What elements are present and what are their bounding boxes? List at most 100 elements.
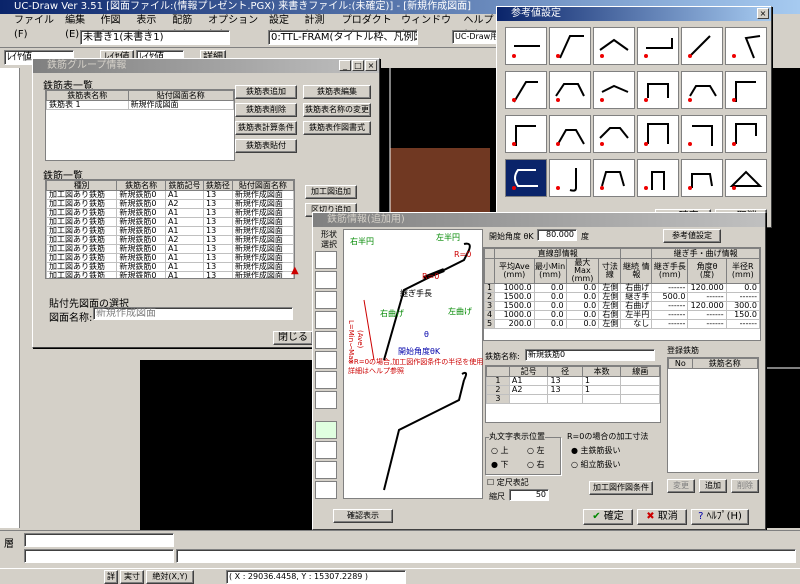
radio-left[interactable]: ○ 左 (527, 445, 545, 456)
confirm-display-button[interactable]: 確認表示 (333, 509, 393, 523)
table-row[interactable]: 加工図あり鉄筋 新規鉄筋0 A1 13 新規作成図面 (46, 271, 294, 278)
menu-settings[interactable]: 設定(S) (269, 14, 296, 40)
rebar-shape-option[interactable] (725, 115, 767, 153)
radio-bottom[interactable]: ● 下 (491, 459, 509, 470)
rebar-shape-option[interactable] (505, 71, 547, 109)
table-row[interactable]: 2 A2 13 1 (486, 385, 660, 395)
shape-tool-9[interactable] (315, 421, 337, 439)
arrow-up-icon[interactable]: ▲ (291, 265, 299, 276)
rebar-shape-option[interactable] (549, 115, 591, 153)
shape-tool-2[interactable] (315, 271, 337, 289)
radio-assembly-rebar[interactable]: ○ 組立筋扱い (571, 459, 621, 470)
rebar-shape-option[interactable] (681, 27, 723, 65)
menu-view[interactable]: 表示(V) (136, 14, 164, 40)
shape-tool-3[interactable] (315, 291, 337, 309)
rebar-shape-option[interactable] (593, 159, 635, 197)
help-button[interactable]: ? ﾍﾙﾌﾟ(H) (691, 509, 749, 525)
layer-combo[interactable]: 未書き1(未書き1) (80, 30, 230, 45)
rebar-shape-option[interactable] (549, 71, 591, 109)
shape-tool-5[interactable] (315, 331, 337, 349)
shape-tool-10[interactable] (315, 441, 337, 459)
rebar-shape-option[interactable] (505, 27, 547, 65)
menu-window[interactable]: ウィンドウ(W) (401, 14, 455, 40)
cancel-button[interactable]: ✖ 取消 (637, 509, 687, 525)
format-table-button[interactable]: 鉄筋表作図書式 (303, 121, 371, 135)
minimize-icon[interactable]: _ (339, 60, 351, 71)
delete-button[interactable]: 削除 (731, 479, 759, 493)
menu-help[interactable]: ヘルプ(H) (464, 14, 500, 40)
start-angle-field[interactable]: 80.000 (537, 229, 577, 241)
shape-tool-6[interactable] (315, 351, 337, 369)
canvas-lower-left[interactable] (140, 360, 330, 530)
shape-tool-4[interactable] (315, 311, 337, 329)
rebar-sub-grid[interactable]: 記号 径 本数 線画 1 A1 13 1 2 A2 13 1 3 (485, 365, 661, 423)
change-button[interactable]: 変更 (667, 479, 695, 493)
menu-file[interactable]: ファイル(F) (14, 14, 57, 40)
rename-table-button[interactable]: 鉄筋表名称の変更 (303, 103, 371, 117)
table-row[interactable]: 鉄筋表 1 新規作成図面 (46, 100, 234, 110)
close-icon[interactable]: × (365, 60, 377, 71)
table-row[interactable]: 5 200.0 0.0 0.0 左側 なし ------ ------ ------ (484, 319, 760, 329)
command-input-1[interactable] (24, 533, 174, 547)
rebar-shape-option[interactable] (593, 115, 635, 153)
style-combo[interactable]: UC-Draw用語 (452, 30, 498, 44)
add-process-drawing-button[interactable]: 加工図追加 (305, 185, 357, 199)
rebar-shape-option[interactable] (593, 27, 635, 65)
menu-rebar[interactable]: 配筋(B) (172, 14, 200, 40)
rebar-shape-option[interactable] (637, 159, 679, 197)
status-abs-button[interactable]: 絶対(X,Y) (146, 570, 194, 584)
fixed-length-checkbox[interactable]: ☐ 定尺表記 (487, 477, 529, 488)
paste-table-button[interactable]: 鉄筋表貼付 (235, 139, 297, 153)
rebar-table-list[interactable]: 鉄筋表名称 貼付図面名称 鉄筋表 1 新規作成図面 (45, 89, 235, 161)
add-button[interactable]: 追加 (699, 479, 727, 493)
menu-draw[interactable]: 作図(A) (101, 14, 129, 40)
status-detail-button[interactable]: 詳 (104, 570, 118, 584)
shape-tool-8[interactable] (315, 391, 337, 409)
menu-product[interactable]: プロダクト(P) (342, 14, 393, 40)
left-tree-panel[interactable] (0, 68, 20, 528)
rebar-shape-option[interactable] (725, 71, 767, 109)
rebar-shape-option[interactable] (681, 71, 723, 109)
process-condition-button[interactable]: 加工図作図条件 (589, 481, 653, 495)
menu-measure[interactable]: 計測(M) (304, 14, 333, 40)
rebar-shape-option[interactable] (725, 159, 767, 197)
status-actual-button[interactable]: 実寸 (120, 570, 144, 584)
rebar-shape-option[interactable] (637, 115, 679, 153)
shape-tool-1[interactable] (315, 251, 337, 269)
rebar-shape-option[interactable] (681, 159, 723, 197)
calc-condition-button[interactable]: 鉄筋表計算条件 (235, 121, 297, 135)
add-table-button[interactable]: 鉄筋表追加 (235, 85, 297, 99)
close-icon[interactable]: × (757, 8, 769, 19)
rebar-shape-option[interactable] (725, 27, 767, 65)
scale-field[interactable]: 50 (509, 489, 549, 501)
ok-button[interactable]: ✔ 確定 (583, 509, 633, 525)
shape-tool-7[interactable] (315, 371, 337, 389)
drawing-name-combo[interactable]: 新規作成図面 (93, 307, 293, 320)
radio-right[interactable]: ○ 右 (527, 459, 545, 470)
menu-option[interactable]: オプション(O) (208, 14, 261, 40)
maximize-icon[interactable]: □ (352, 60, 364, 71)
rebar-shape-option[interactable] (549, 27, 591, 65)
rebar-shape-option[interactable] (505, 159, 547, 197)
rebar-shape-option[interactable] (549, 159, 591, 197)
delete-table-button[interactable]: 鉄筋表削除 (235, 103, 297, 117)
radio-main-rebar[interactable]: ● 主鉄筋扱い (571, 445, 621, 456)
segment-grid[interactable]: 直線部情報 継ぎ手・曲げ情報 平均Ave (mm) 最小Min (mm) 最大Ma… (483, 247, 761, 341)
rebar-name-field[interactable]: 新規鉄筋0 (525, 349, 655, 361)
ref-value-button[interactable]: 参考値設定 (663, 229, 721, 243)
rebar-list-grid[interactable]: 種別 鉄筋名称 鉄筋記号 鉄筋径 貼付図面名称 加工図あり鉄筋 新規鉄筋0 A1 13… (45, 179, 295, 279)
registered-grid[interactable]: No 鉄筋名称 (667, 357, 759, 473)
edit-table-button[interactable]: 鉄筋表編集 (303, 85, 371, 99)
rebar-shape-option[interactable] (637, 27, 679, 65)
rebar-shape-option[interactable] (637, 71, 679, 109)
radio-top[interactable]: ○ 上 (491, 445, 509, 456)
rebar-shape-option[interactable] (593, 71, 635, 109)
line-combo[interactable]: 0:TTL-FRAM(タイトル枠、凡例図枠) (268, 30, 418, 45)
close-button[interactable]: 閉じる (273, 331, 313, 345)
shape-tool-12[interactable] (315, 481, 337, 499)
menu-edit[interactable]: 編集(E) (65, 14, 92, 40)
rebar-shape-option[interactable] (681, 115, 723, 153)
command-input-2[interactable] (24, 549, 174, 563)
shape-tool-11[interactable] (315, 461, 337, 479)
table-row[interactable]: 3 (486, 394, 660, 404)
